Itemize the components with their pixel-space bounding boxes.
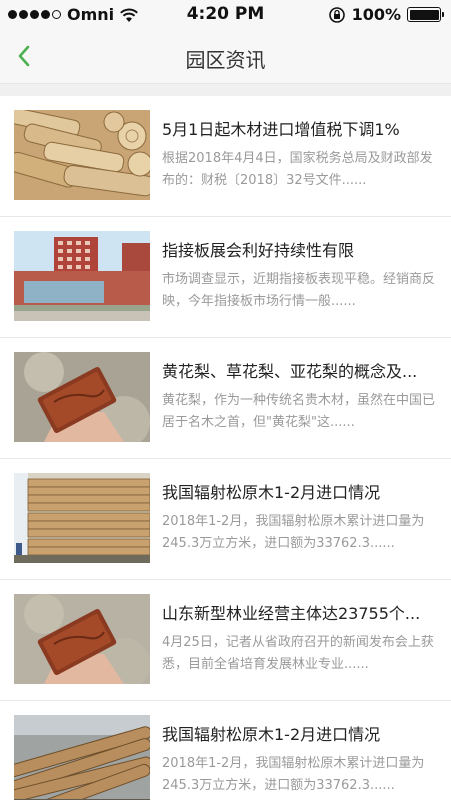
news-title: 黄花梨、草花梨、亚花梨的概念及...	[162, 362, 418, 381]
news-summary: 4月25日，记者从省政府召开的新闻发布会上获悉，目前全省培育发展林业专业....…	[162, 635, 434, 672]
news-summary: 黄花梨，作为一种传统名贵木材，虽然在中国已居于名木之首，但"黄花梨"这.....…	[162, 393, 436, 430]
rotation-lock-icon	[328, 6, 345, 23]
battery-percentage: 100%	[351, 5, 401, 24]
lumber-stacks-image	[14, 473, 150, 563]
news-summary: 根据2018年4月4日，国家税务总局及财政部发布的：财税〔2018〕32号文件.…	[162, 151, 433, 188]
news-summary: 2018年1-2月，我国辐射松原木累计进口量为245.3万立方米，进口额为337…	[162, 756, 425, 793]
news-item[interactable]: 5月1日起木材进口增值税下调1% 根据2018年4月4日，国家税务总局及财政部发…	[0, 96, 451, 217]
news-item[interactable]: 黄花梨、草花梨、亚花梨的概念及... 黄花梨，作为一种传统名贵木材，虽然在中国已…	[0, 338, 451, 459]
news-title: 指接板展会利好持续性有限	[162, 241, 355, 260]
battery-icon	[407, 7, 444, 22]
news-title: 5月1日起木材进口增值税下调1%	[162, 120, 400, 139]
hand-holding-wood-image	[14, 594, 150, 684]
news-title: 我国辐射松原木1-2月进口情况	[162, 725, 381, 744]
battery-level-fill	[409, 9, 439, 20]
list-top-spacer	[0, 84, 451, 96]
news-title: 我国辐射松原木1-2月进口情况	[162, 483, 381, 502]
news-item[interactable]: 指接板展会利好持续性有限 市场调查显示，近期指接板表现平稳。经销商反映，今年指接…	[0, 217, 451, 338]
stacked-logs-image	[14, 110, 150, 200]
navigation-bar: 园区资讯	[0, 30, 451, 84]
news-item[interactable]: 我国辐射松原木1-2月进口情况 2018年1-2月，我国辐射松原木累计进口量为2…	[0, 701, 451, 800]
news-thumbnail	[14, 594, 150, 684]
news-title: 山东新型林业经营主体达23755个...	[162, 604, 421, 623]
news-summary: 市场调查显示，近期指接板表现平稳。经销商反映，今年指接板市场行情一般......	[162, 272, 436, 309]
status-bar: Omni 4:20 PM 100%	[0, 0, 451, 30]
news-thumbnail	[14, 473, 150, 563]
page-title: 园区资讯	[185, 48, 266, 72]
news-thumbnail	[14, 231, 150, 321]
office-building-image	[14, 231, 150, 321]
status-right: 100%	[328, 5, 444, 24]
news-thumbnail	[14, 352, 150, 442]
hand-holding-wood-image	[14, 352, 150, 442]
news-thumbnail	[14, 110, 150, 200]
news-thumbnail	[14, 715, 150, 800]
news-item[interactable]: 山东新型林业经营主体达23755个... 4月25日，记者从省政府召开的新闻发布…	[0, 580, 451, 701]
news-list: 5月1日起木材进口增值税下调1% 根据2018年4月4日，国家税务总局及财政部发…	[0, 96, 451, 800]
news-item[interactable]: 我国辐射松原木1-2月进口情况 2018年1-2月，我国辐射松原木累计进口量为2…	[0, 459, 451, 580]
log-pile-image	[14, 715, 150, 800]
news-summary: 2018年1-2月，我国辐射松原木累计进口量为245.3万立方米，进口额为337…	[162, 514, 425, 551]
